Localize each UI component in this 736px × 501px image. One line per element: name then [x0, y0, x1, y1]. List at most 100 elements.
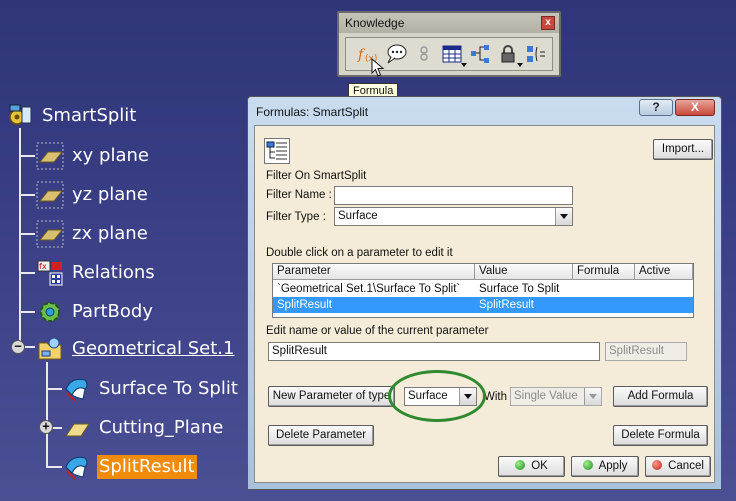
ok-label: OK	[531, 460, 548, 472]
filter-on-label: Filter On SmartSplit	[266, 170, 367, 182]
tree-item-label: Surface To Split	[99, 378, 238, 399]
cancel-button[interactable]: Cancel	[645, 456, 711, 477]
annotation-highlight-ring	[388, 370, 486, 422]
formulas-dialog: Formulas: SmartSplit ? X Import... Filte…	[247, 96, 722, 490]
cell-value: SplitResult	[479, 299, 534, 311]
tree-root-label: SmartSplit	[42, 105, 137, 126]
filter-tree-button[interactable]	[264, 138, 290, 164]
tree-connector	[19, 272, 35, 274]
cell-parameter: `Geometrical Set.1\Surface To Split`	[277, 283, 461, 295]
tree-item-label: Geometrical Set.1	[72, 338, 235, 359]
plane-icon	[36, 220, 64, 248]
filter-name-label: Filter Name :	[266, 189, 332, 201]
tree-item-label: zx plane	[72, 223, 148, 244]
help-button[interactable]: ?	[639, 99, 673, 116]
equivalence-button[interactable]	[524, 41, 548, 67]
tree-item-cutting-plane[interactable]: Cutting_Plane	[63, 413, 225, 443]
filter-type-select[interactable]: Surface	[334, 207, 573, 226]
table-row-selected[interactable]: SplitResult SplitResult	[273, 297, 693, 313]
add-formula-button[interactable]: Add Formula	[613, 386, 708, 407]
collapse-toggle[interactable]: −	[11, 340, 25, 354]
dropdown-caret	[517, 63, 523, 67]
tree-item-xy-plane[interactable]: xy plane	[36, 141, 151, 171]
parameter-name-input[interactable]: SplitResult	[268, 342, 600, 361]
tree-connector	[46, 362, 48, 468]
filter-type-label: Filter Type :	[266, 211, 326, 223]
part-body-icon	[40, 302, 60, 322]
toolbar-close-button[interactable]: x	[541, 16, 555, 30]
design-table-button[interactable]	[440, 41, 467, 67]
comment-icon	[387, 44, 407, 64]
knowledge-tree-button[interactable]	[468, 41, 492, 67]
tree-connector	[46, 388, 62, 390]
tree-item-yz-plane[interactable]: yz plane	[36, 180, 150, 210]
tree-connector	[46, 466, 62, 468]
dropdown-caret	[461, 63, 467, 67]
filter-type-value: Surface	[338, 210, 378, 222]
tree-root[interactable]: SmartSplit	[6, 101, 138, 131]
table-icon	[442, 45, 462, 63]
toolbar-title: Knowledge	[345, 16, 405, 30]
cancel-label: Cancel	[668, 460, 704, 472]
delete-formula-button[interactable]: Delete Formula	[613, 425, 708, 446]
tree-item-label: yz plane	[72, 184, 148, 205]
plane-icon	[36, 181, 64, 209]
tree-connector	[19, 233, 35, 235]
tree-item-label: Cutting_Plane	[99, 417, 224, 438]
edit-parameter-label: Edit name or value of the current parame…	[266, 325, 489, 337]
tree-item-label: SplitResult	[97, 455, 197, 479]
surface-icon	[65, 456, 88, 480]
value-mode-select: Single Value	[510, 387, 602, 406]
table-row[interactable]: `Geometrical Set.1\Surface To Split` Sur…	[273, 281, 693, 297]
cell-value: Surface To Split	[479, 283, 560, 295]
tree-item-partbody[interactable]: PartBody	[36, 297, 155, 327]
parameter-icon	[420, 46, 428, 61]
relations-icon: fx	[37, 260, 63, 286]
chevron-down-icon[interactable]	[555, 208, 572, 225]
column-header-formula[interactable]: Formula	[573, 264, 635, 280]
with-label: With	[484, 391, 507, 403]
close-button[interactable]: X	[675, 99, 715, 116]
apply-label: Apply	[598, 460, 628, 472]
toolbar-title-bar[interactable]: Knowledge x	[339, 13, 559, 33]
tree-item-splitresult[interactable]: SplitResult	[63, 452, 197, 482]
double-click-hint: Double click on a parameter to edit it	[266, 247, 453, 259]
tree-item-zx-plane[interactable]: zx plane	[36, 219, 150, 249]
comment-button[interactable]	[384, 41, 408, 67]
mouse-cursor-icon	[371, 58, 385, 77]
tree-item-geometrical-set[interactable]: Geometrical Set.1	[36, 334, 236, 364]
column-header-parameter[interactable]: Parameter	[273, 264, 475, 280]
column-header-active[interactable]: Active	[635, 264, 693, 280]
tree-connector	[19, 311, 35, 313]
parameter-button[interactable]	[412, 41, 436, 67]
apply-button[interactable]: Apply	[571, 456, 639, 477]
ok-button[interactable]: OK	[498, 456, 565, 477]
lock-button[interactable]	[496, 41, 523, 67]
column-header-value[interactable]: Value	[475, 264, 573, 280]
dialog-body: Import... Filter On SmartSplit Filter Na…	[254, 125, 715, 483]
equivalence-icon	[527, 46, 545, 62]
new-parameter-button[interactable]: New Parameter of type	[268, 386, 395, 407]
dialog-title: Formulas: SmartSplit	[256, 105, 369, 119]
parameter-table: Parameter Value Formula Active `Geometri…	[272, 263, 694, 318]
part-gear-icon	[9, 104, 32, 125]
tree-connector	[19, 194, 35, 196]
tree-item-label: xy plane	[72, 145, 149, 166]
filter-name-input[interactable]	[334, 186, 573, 205]
tree-item-label: PartBody	[72, 301, 153, 322]
expand-toggle[interactable]: +	[39, 420, 53, 434]
ok-icon	[515, 460, 526, 470]
value-mode-value: Single Value	[514, 390, 578, 402]
cancel-icon	[652, 460, 663, 470]
delete-parameter-button[interactable]: Delete Parameter	[268, 425, 374, 446]
svg-text:fx: fx	[39, 262, 47, 271]
plane-icon	[36, 142, 64, 170]
tree-item-surface-to-split[interactable]: Surface To Split	[63, 374, 240, 404]
geometrical-set-icon	[38, 337, 62, 360]
import-button[interactable]: Import...	[653, 139, 713, 160]
cutting-plane-icon	[65, 423, 90, 437]
cell-parameter: SplitResult	[277, 299, 332, 311]
tree-connector	[19, 128, 21, 348]
tree-item-relations[interactable]: fx Relations	[36, 258, 157, 288]
tree-icon	[471, 45, 489, 63]
